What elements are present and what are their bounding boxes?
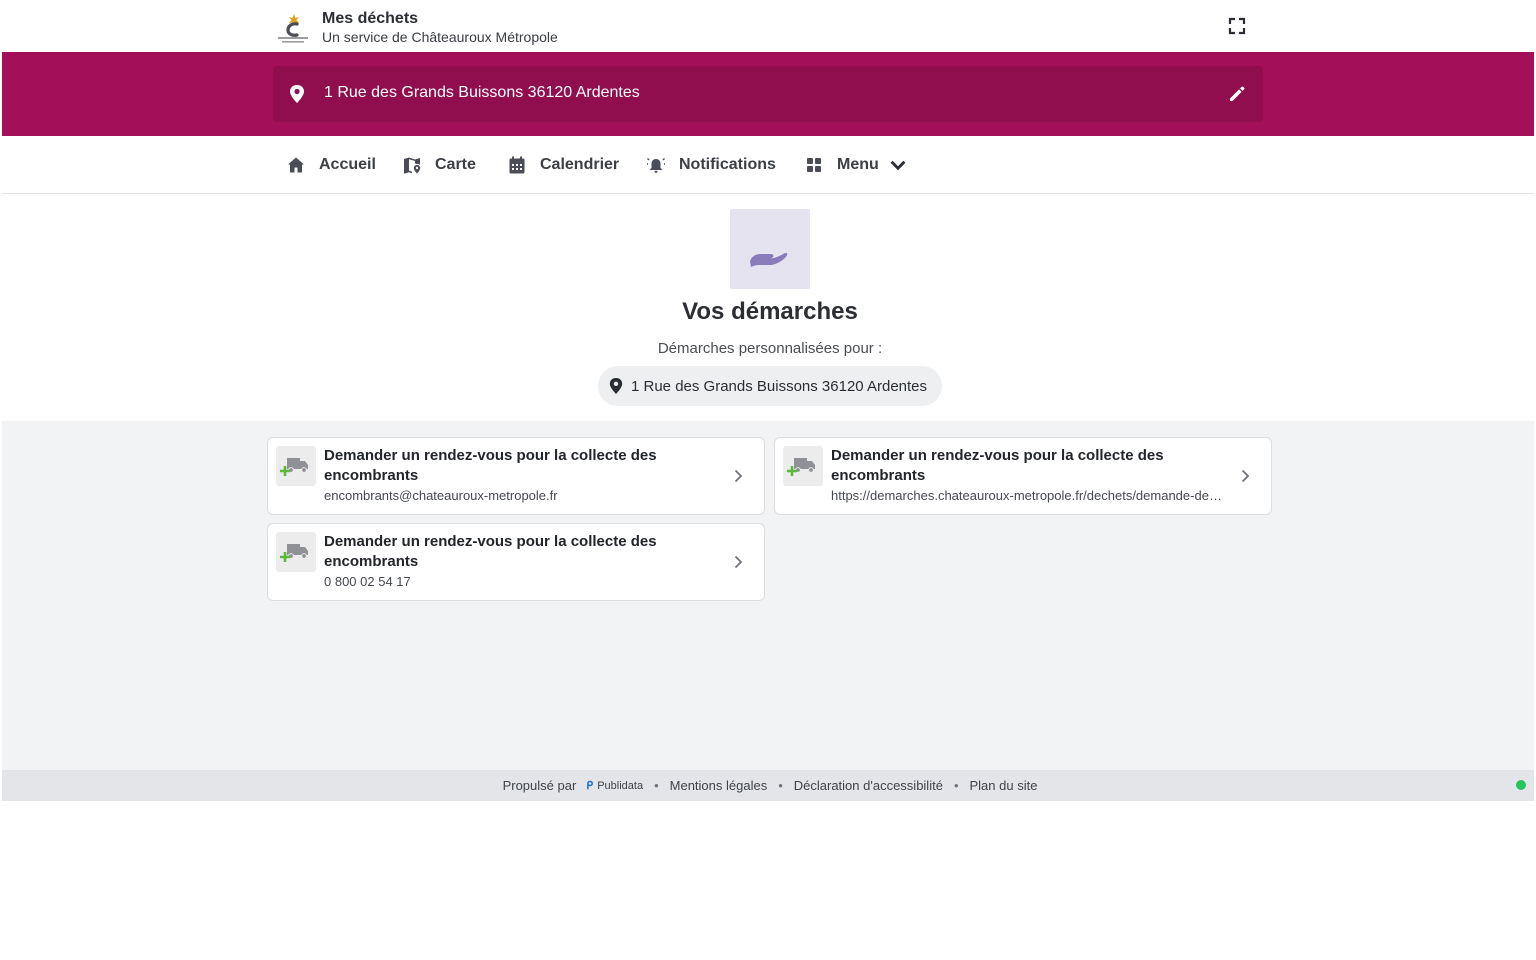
nav-label-accueil: Accueil xyxy=(319,155,376,173)
hand-icon xyxy=(750,253,788,267)
map-icon xyxy=(404,157,421,174)
home-icon xyxy=(288,157,304,172)
demarche-card[interactable]: Demander un rendez-vous pour la collecte… xyxy=(267,523,765,601)
page-subtitle: Démarches personnalisées pour : xyxy=(657,340,883,357)
app: Mes déchets Un service de Châteauroux Mé… xyxy=(2,2,1534,801)
nav-item-carte[interactable]: Carte xyxy=(403,136,476,193)
card-subtitle: 0 800 02 54 17 xyxy=(324,574,411,589)
address-selector[interactable]: 1 Rue des Grands Buissons 36120 Ardentes xyxy=(273,66,1263,122)
hero-section: Vos démarches Démarches personnalisées p… xyxy=(2,194,1534,421)
map-pin-icon xyxy=(290,85,304,103)
publidata-label: Publidata xyxy=(597,779,644,792)
chevron-right-icon xyxy=(734,555,743,569)
hero-icon-box xyxy=(730,209,810,289)
address-chip-text: 1 Rue des Grands Buissons 36120 Ardentes xyxy=(631,377,928,395)
address-chip: 1 Rue des Grands Buissons 36120 Ardentes xyxy=(598,366,942,406)
publidata-icon: ᑭ xyxy=(586,780,594,792)
bell-icon xyxy=(647,157,665,173)
footer-links: Propulsé par ᑭ Publidata • Mentions léga… xyxy=(2,770,1534,801)
nav-label-calendrier: Calendrier xyxy=(540,155,620,173)
publidata-logo[interactable]: ᑭ Publidata xyxy=(586,779,644,793)
header: Mes déchets Un service de Châteauroux Mé… xyxy=(2,2,1534,52)
separator: • xyxy=(654,778,659,793)
fullscreen-icon[interactable] xyxy=(1226,15,1248,37)
nav-label-carte: Carte xyxy=(435,155,476,173)
app-subtitle: Un service de Châteauroux Métropole xyxy=(322,29,558,45)
card-subtitle: https://demarches.chateauroux-metropole.… xyxy=(831,488,1223,503)
demarche-card[interactable]: Demander un rendez-vous pour la collecte… xyxy=(267,437,765,515)
separator: • xyxy=(953,778,959,793)
truck-icon xyxy=(280,544,308,562)
chevron-right-icon xyxy=(1241,469,1250,483)
page-title: Vos démarches xyxy=(682,298,858,325)
chevron-right-icon xyxy=(734,469,743,483)
chevron-down-icon xyxy=(890,160,906,170)
map-pin-icon xyxy=(609,378,623,394)
main-nav: Accueil Carte Calendrier Notifications M… xyxy=(2,136,1534,194)
nav-label-notifications: Notifications xyxy=(679,155,776,173)
nav-label-menu: Menu xyxy=(837,155,879,173)
footer: Propulsé par ᑭ Publidata • Mentions léga… xyxy=(2,770,1534,801)
card-icon-box xyxy=(276,532,316,572)
powered-by-text: Propulsé par xyxy=(502,778,577,793)
grid-icon xyxy=(807,157,821,172)
separator: • xyxy=(778,778,783,793)
card-icon-box xyxy=(783,446,823,486)
nav-item-calendrier[interactable]: Calendrier xyxy=(508,136,619,193)
pencil-icon[interactable] xyxy=(1227,84,1247,104)
address-text: 1 Rue des Grands Buissons 36120 Ardentes xyxy=(324,84,640,101)
card-title: Demander un rendez-vous pour la collecte… xyxy=(324,533,657,570)
card-icon-box xyxy=(276,446,316,486)
nav-item-accueil[interactable]: Accueil xyxy=(287,136,376,193)
card-title: Demander un rendez-vous pour la collecte… xyxy=(831,447,1164,484)
demarche-card[interactable]: Demander un rendez-vous pour la collecte… xyxy=(774,437,1272,515)
mentions-legales-link[interactable]: Mentions légales xyxy=(670,778,768,793)
truck-icon xyxy=(280,458,308,476)
app-title: Mes déchets xyxy=(322,10,419,27)
plan-du-site-link[interactable]: Plan du site xyxy=(970,778,1038,793)
nav-item-menu[interactable]: Menu xyxy=(805,136,907,193)
nav-item-notifications[interactable]: Notifications xyxy=(647,136,776,193)
accessibilite-link[interactable]: Déclaration d'accessibilité xyxy=(794,778,943,793)
address-band: 1 Rue des Grands Buissons 36120 Ardentes xyxy=(2,52,1534,136)
chateauroux-metropole-logo[interactable] xyxy=(276,10,310,44)
calendar-icon xyxy=(509,156,525,173)
truck-icon xyxy=(787,458,815,476)
status-indicator xyxy=(1516,780,1526,790)
card-title: Demander un rendez-vous pour la collecte… xyxy=(324,447,657,484)
card-subtitle: encombrants@chateauroux-metropole.fr xyxy=(324,488,558,503)
